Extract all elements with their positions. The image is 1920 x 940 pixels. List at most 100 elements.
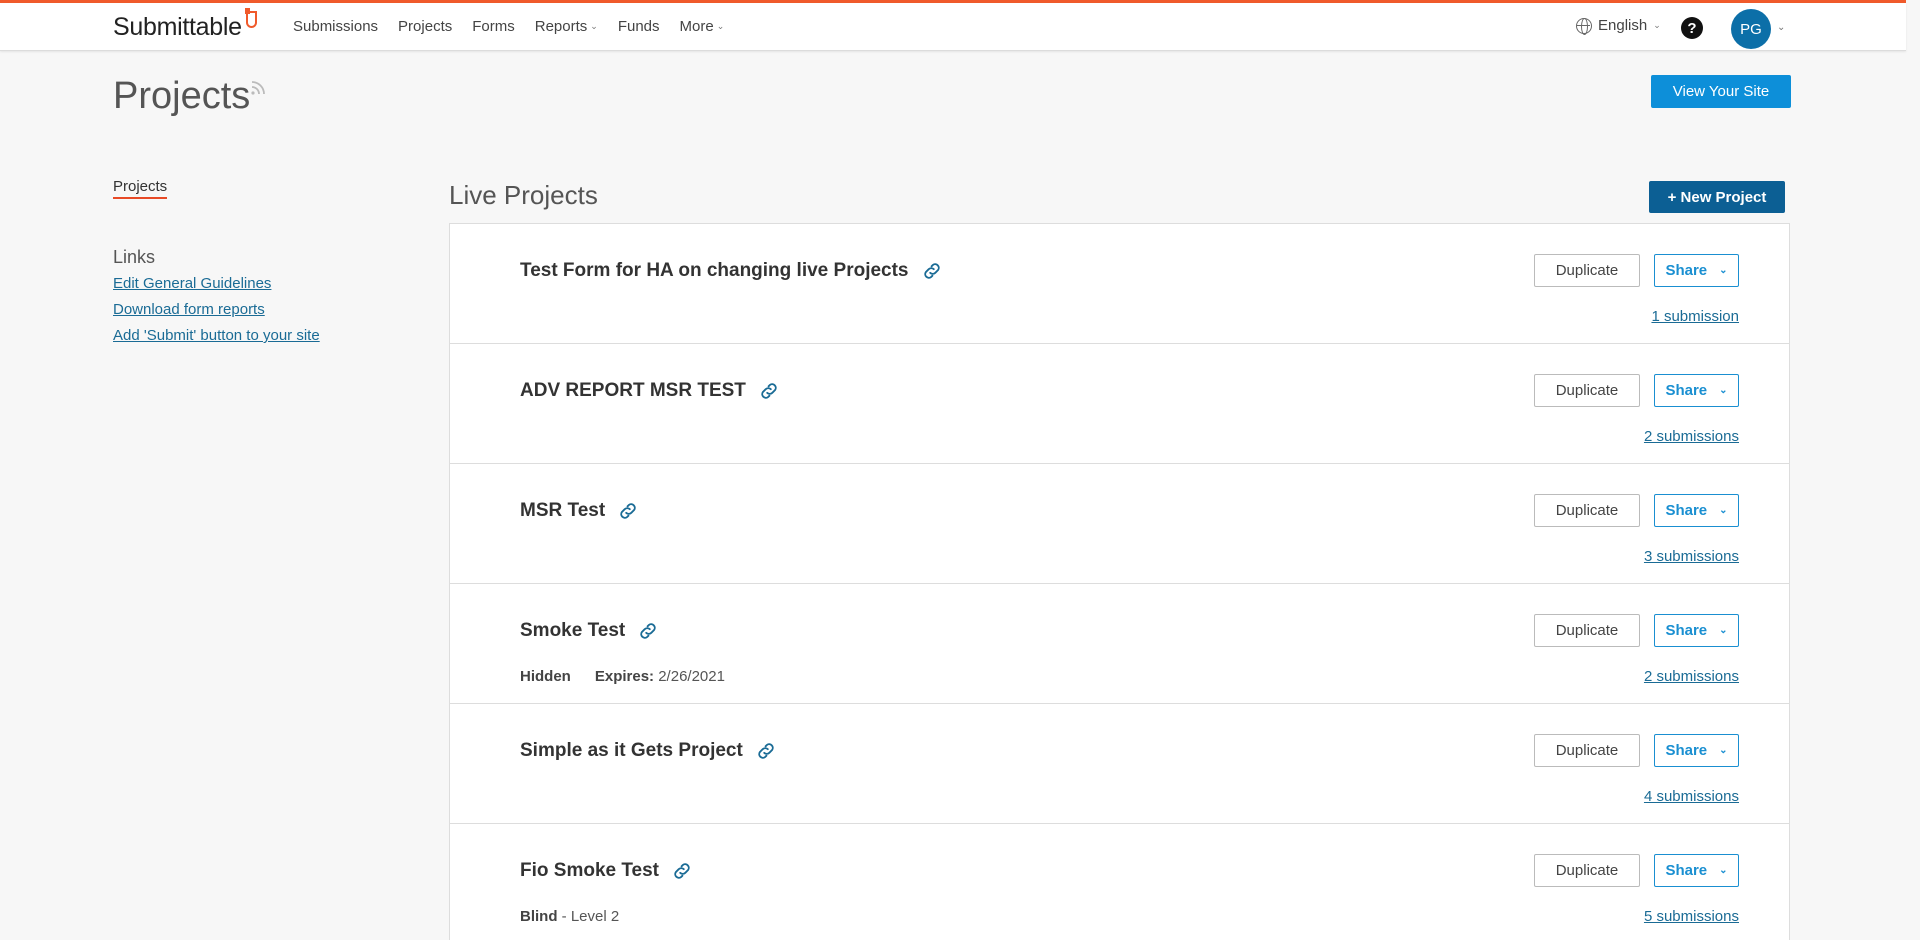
top-navigation: Submittable Submissions Projects Forms Repo… — [0, 3, 1906, 51]
meta-value: - Level 2 — [557, 908, 620, 925]
project-row: Smoke Test Duplicate Share ⌄ Hidden Expires: … — [450, 584, 1789, 704]
submissions-link[interactable]: 3 submissions — [1644, 548, 1739, 565]
chevron-down-icon: ⌄ — [1719, 385, 1728, 396]
project-name[interactable]: MSR Test — [520, 500, 605, 522]
chevron-down-icon: ⌄ — [1719, 745, 1728, 756]
nav-item-reports[interactable]: Reports ⌄ — [535, 18, 598, 35]
nav-item-submissions[interactable]: Submissions — [293, 18, 378, 35]
logo-mark-icon — [244, 8, 257, 28]
main-nav: Submissions Projects Forms Reports ⌄ Funds Mor… — [293, 18, 724, 35]
submittable-logo[interactable]: Submittable — [113, 8, 257, 42]
view-your-site-button[interactable]: View Your Site — [1651, 75, 1791, 108]
chevron-down-icon: ⌄ — [1653, 20, 1661, 30]
language-label: English — [1598, 17, 1648, 34]
link-icon[interactable] — [755, 740, 777, 762]
project-name[interactable]: Fio Smoke Test — [520, 860, 659, 882]
project-row: MSR Test Duplicate Share ⌄ 3 submissions — [450, 464, 1789, 584]
duplicate-button[interactable]: Duplicate — [1534, 254, 1640, 287]
project-title[interactable]: Test Form for HA on changing live Projec… — [520, 260, 943, 282]
share-label: Share — [1665, 742, 1708, 759]
nav-item-label: Projects — [398, 18, 453, 35]
project-meta-item: Hidden — [520, 668, 571, 685]
project-row: Simple as it Gets Project Duplicate Share ⌄… — [450, 704, 1789, 824]
download-form-reports-link[interactable]: Download form reports — [113, 301, 265, 318]
submissions-link[interactable]: 5 submissions — [1644, 908, 1739, 925]
nav-item-funds[interactable]: Funds — [618, 18, 660, 35]
section-title: Live Projects — [449, 180, 598, 210]
share-button[interactable]: Share ⌄ — [1654, 494, 1739, 527]
project-meta-item: Expires: 2/26/2021 — [595, 668, 725, 685]
project-row: ADV REPORT MSR TEST Duplicate Share ⌄ 2 subm… — [450, 344, 1789, 464]
links-heading: Links — [113, 247, 156, 267]
project-name[interactable]: ADV REPORT MSR TEST — [520, 380, 746, 402]
duplicate-button[interactable]: Duplicate — [1534, 854, 1640, 887]
logo-text: Submittable — [113, 13, 242, 41]
submissions-link[interactable]: 2 submissions — [1644, 668, 1739, 685]
share-label: Share — [1665, 622, 1708, 639]
meta-value: 2/26/2021 — [654, 668, 725, 685]
submissions-link[interactable]: 1 submission — [1651, 308, 1739, 325]
meta-label: Expires: — [594, 668, 655, 685]
share-button[interactable]: Share ⌄ — [1654, 254, 1739, 287]
chevron-down-icon: ⌄ — [1719, 625, 1728, 636]
project-meta-item: Blind - Level 2 — [520, 908, 619, 925]
share-label: Share — [1665, 382, 1708, 399]
share-label: Share — [1665, 262, 1708, 279]
share-label: Share — [1665, 502, 1708, 519]
nav-item-more[interactable]: More ⌄ — [680, 18, 725, 35]
sidebar-item-projects[interactable]: Projects — [113, 178, 168, 199]
link-icon[interactable] — [921, 260, 943, 282]
nav-item-label: More — [679, 18, 714, 35]
nav-item-label: Reports — [534, 18, 588, 35]
new-project-button[interactable]: + New Project — [1649, 181, 1785, 213]
project-name[interactable]: Simple as it Gets Project — [520, 740, 743, 762]
duplicate-button[interactable]: Duplicate — [1534, 734, 1640, 767]
nav-item-projects[interactable]: Projects — [398, 18, 452, 35]
nav-item-label: Forms — [472, 18, 515, 35]
link-icon[interactable] — [617, 500, 639, 522]
project-title[interactable]: ADV REPORT MSR TEST — [520, 380, 780, 402]
nav-item-label: Submissions — [293, 18, 379, 35]
meta-label: Blind — [520, 908, 558, 925]
chevron-down-icon: ⌄ — [590, 21, 598, 31]
chevron-down-icon: ⌄ — [1719, 505, 1728, 516]
language-selector[interactable]: English ⌄ — [1576, 17, 1661, 35]
nav-item-forms[interactable]: Forms — [472, 18, 515, 35]
chevron-down-icon: ⌄ — [1719, 265, 1728, 276]
link-icon[interactable] — [671, 860, 693, 882]
project-title[interactable]: MSR Test — [520, 500, 639, 522]
duplicate-button[interactable]: Duplicate — [1534, 494, 1640, 527]
project-title[interactable]: Smoke Test — [520, 620, 659, 642]
link-icon[interactable] — [758, 380, 780, 402]
rss-icon[interactable] — [251, 81, 265, 95]
avatar[interactable]: PG — [1731, 9, 1771, 49]
project-title[interactable]: Simple as it Gets Project — [520, 740, 777, 762]
duplicate-button[interactable]: Duplicate — [1534, 614, 1640, 647]
project-name[interactable]: Test Form for HA on changing live Projec… — [520, 260, 909, 282]
share-button[interactable]: Share ⌄ — [1654, 854, 1739, 887]
help-icon[interactable]: ? — [1681, 17, 1703, 39]
page-title: Projects — [113, 75, 251, 117]
add-submit-button-link[interactable]: Add 'Submit' button to your site — [113, 327, 320, 344]
meta-label: Hidden — [520, 668, 571, 685]
submissions-link[interactable]: 4 submissions — [1644, 788, 1739, 805]
share-label: Share — [1665, 862, 1708, 879]
project-meta: Hidden Expires: 2/26/2021 — [520, 668, 725, 685]
globe-icon — [1576, 17, 1592, 35]
project-row: Test Form for HA on changing live Projec… — [450, 224, 1789, 344]
edit-general-guidelines-link[interactable]: Edit General Guidelines — [113, 275, 271, 292]
project-name[interactable]: Smoke Test — [520, 620, 625, 642]
share-button[interactable]: Share ⌄ — [1654, 734, 1739, 767]
project-list: Test Form for HA on changing live Projec… — [449, 223, 1790, 940]
nav-item-label: Funds — [617, 18, 660, 35]
share-button[interactable]: Share ⌄ — [1654, 374, 1739, 407]
submissions-link[interactable]: 2 submissions — [1644, 428, 1739, 445]
link-icon[interactable] — [637, 620, 659, 642]
chevron-down-icon[interactable]: ⌄ — [1777, 22, 1785, 33]
project-row: Fio Smoke Test Duplicate Share ⌄ Blind - Lev… — [450, 824, 1789, 940]
share-button[interactable]: Share ⌄ — [1654, 614, 1739, 647]
project-meta: Blind - Level 2 — [520, 908, 619, 925]
project-title[interactable]: Fio Smoke Test — [520, 860, 693, 882]
duplicate-button[interactable]: Duplicate — [1534, 374, 1640, 407]
chevron-down-icon: ⌄ — [1719, 865, 1728, 876]
